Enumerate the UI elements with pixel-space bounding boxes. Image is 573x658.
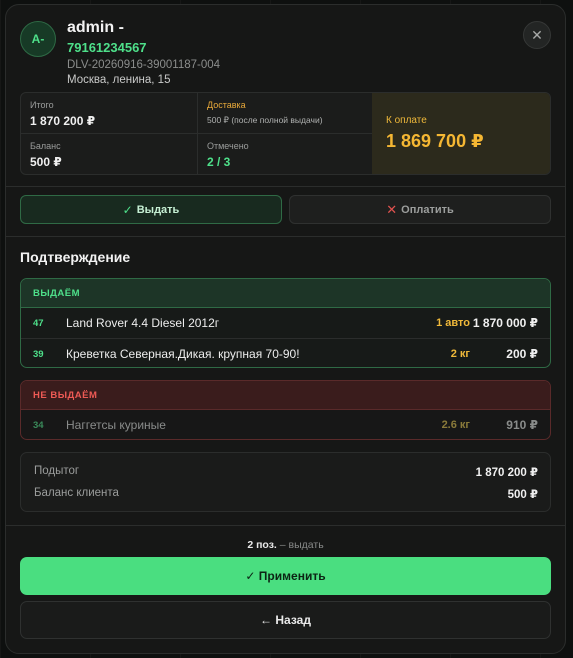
summary-balance-value: 500 ₽ — [30, 155, 62, 169]
order-summary: Итого 1 870 200 ₽ Доставка 500 ₽ (после … — [20, 92, 551, 175]
item-quantity: 2 кг — [450, 348, 470, 360]
subtotal-row: Подытог 1 870 200 ₽ — [34, 465, 538, 479]
skip-group-title: НЕ ВЫДАЁМ — [21, 381, 550, 410]
summary-total-label: Итого — [30, 100, 54, 110]
subtotal-value: 1 870 200 ₽ — [475, 467, 538, 479]
item-number: 39 — [33, 349, 44, 360]
summary-balance-label: Баланс — [30, 141, 61, 151]
divider — [6, 525, 565, 526]
selected-count-strong: 2 поз. — [247, 539, 277, 551]
issue-button[interactable]: ✓ Выдать — [20, 195, 282, 224]
summary-total-value: 1 870 200 ₽ — [30, 114, 96, 128]
pay-button[interactable]: ✕ Оплатить — [289, 195, 551, 224]
client-balance-value: 500 ₽ — [507, 489, 538, 501]
issue-group-title: ВЫДАЁМ — [21, 279, 550, 308]
back-button[interactable]: ← Назад — [20, 601, 551, 639]
pay-button-label: Оплатить — [401, 203, 454, 216]
issue-button-label: Выдать — [136, 203, 180, 216]
client-phone[interactable]: 79161234567 — [67, 40, 147, 55]
close-icon: ✕ — [531, 26, 543, 43]
item-quantity: 1 авто — [436, 317, 470, 329]
issue-group: ВЫДАЁМ 47 Land Rover 4.4 Diesel 2012г 1 … — [20, 278, 551, 368]
subtotal-label: Подытог — [34, 465, 80, 477]
summary-delivery-label: Доставка — [207, 100, 246, 110]
item-price: 910 ₽ — [506, 418, 538, 432]
apply-button[interactable]: ✓ Применить — [20, 557, 551, 595]
item-price: 1 870 000 ₽ — [472, 316, 538, 330]
item-number: 47 — [33, 318, 44, 329]
item-quantity: 2.6 кг — [441, 419, 470, 431]
summary-marked-label: Отмечено — [207, 141, 249, 151]
summary-to-pay-label: К оплате — [386, 115, 427, 126]
summary-marked-value: 2 / 3 — [207, 155, 231, 169]
item-number: 34 — [33, 420, 44, 431]
client-name: admin - — [67, 19, 124, 36]
list-item[interactable]: 39 Креветка Северная.Дикая. крупная 70-9… — [21, 338, 550, 367]
skip-group: НЕ ВЫДАЁМ 34 Наггетсы куриные 2.6 кг 910… — [20, 380, 551, 440]
close-button[interactable]: ✕ — [523, 21, 551, 49]
summary-delivery: Доставка 500 ₽ (после полной выдачи) — [198, 93, 374, 134]
order-confirmation-modal: A- admin - 79161234567 DLV-20260916-3900… — [5, 4, 566, 654]
selected-count: 2 поз. – выдать — [6, 539, 565, 551]
cross-icon: ✕ — [386, 201, 398, 217]
divider — [6, 186, 565, 187]
item-price: 200 ₽ — [506, 347, 538, 361]
delivery-address: Москва, ленина, 15 — [67, 74, 171, 86]
order-header: A- admin - 79161234567 DLV-20260916-3900… — [20, 19, 551, 93]
item-name: Креветка Северная.Дикая. крупная 70-90! — [66, 347, 300, 361]
summary-total: Итого 1 870 200 ₽ — [21, 93, 198, 134]
list-item[interactable]: 34 Наггетсы куриные 2.6 кг 910 ₽ — [21, 410, 550, 439]
client-balance-row: Баланс клиента 500 ₽ — [34, 487, 538, 501]
item-name: Land Rover 4.4 Diesel 2012г — [66, 316, 220, 330]
summary-to-pay-value: 1 869 700 ₽ — [386, 131, 484, 151]
summary-delivery-note: 500 ₽ (после полной выдачи) — [207, 115, 323, 125]
list-item[interactable]: 47 Land Rover 4.4 Diesel 2012г 1 авто 1 … — [21, 308, 550, 338]
client-balance-label: Баланс клиента — [34, 487, 119, 499]
avatar: A- — [20, 21, 56, 57]
check-icon: ✓ — [122, 202, 133, 217]
totals-box: Подытог 1 870 200 ₽ Баланс клиента 500 ₽ — [20, 452, 551, 512]
summary-balance: Баланс 500 ₽ — [21, 134, 198, 174]
order-id: DLV-20260916-39001187-004 — [67, 59, 221, 71]
selected-count-rest: – выдать — [279, 539, 324, 551]
section-title: Подтверждение — [20, 249, 131, 265]
divider — [6, 236, 565, 237]
summary-marked: Отмечено 2 / 3 — [198, 134, 374, 174]
item-name: Наггетсы куриные — [66, 418, 166, 432]
summary-to-pay: К оплате 1 869 700 ₽ — [372, 93, 550, 174]
